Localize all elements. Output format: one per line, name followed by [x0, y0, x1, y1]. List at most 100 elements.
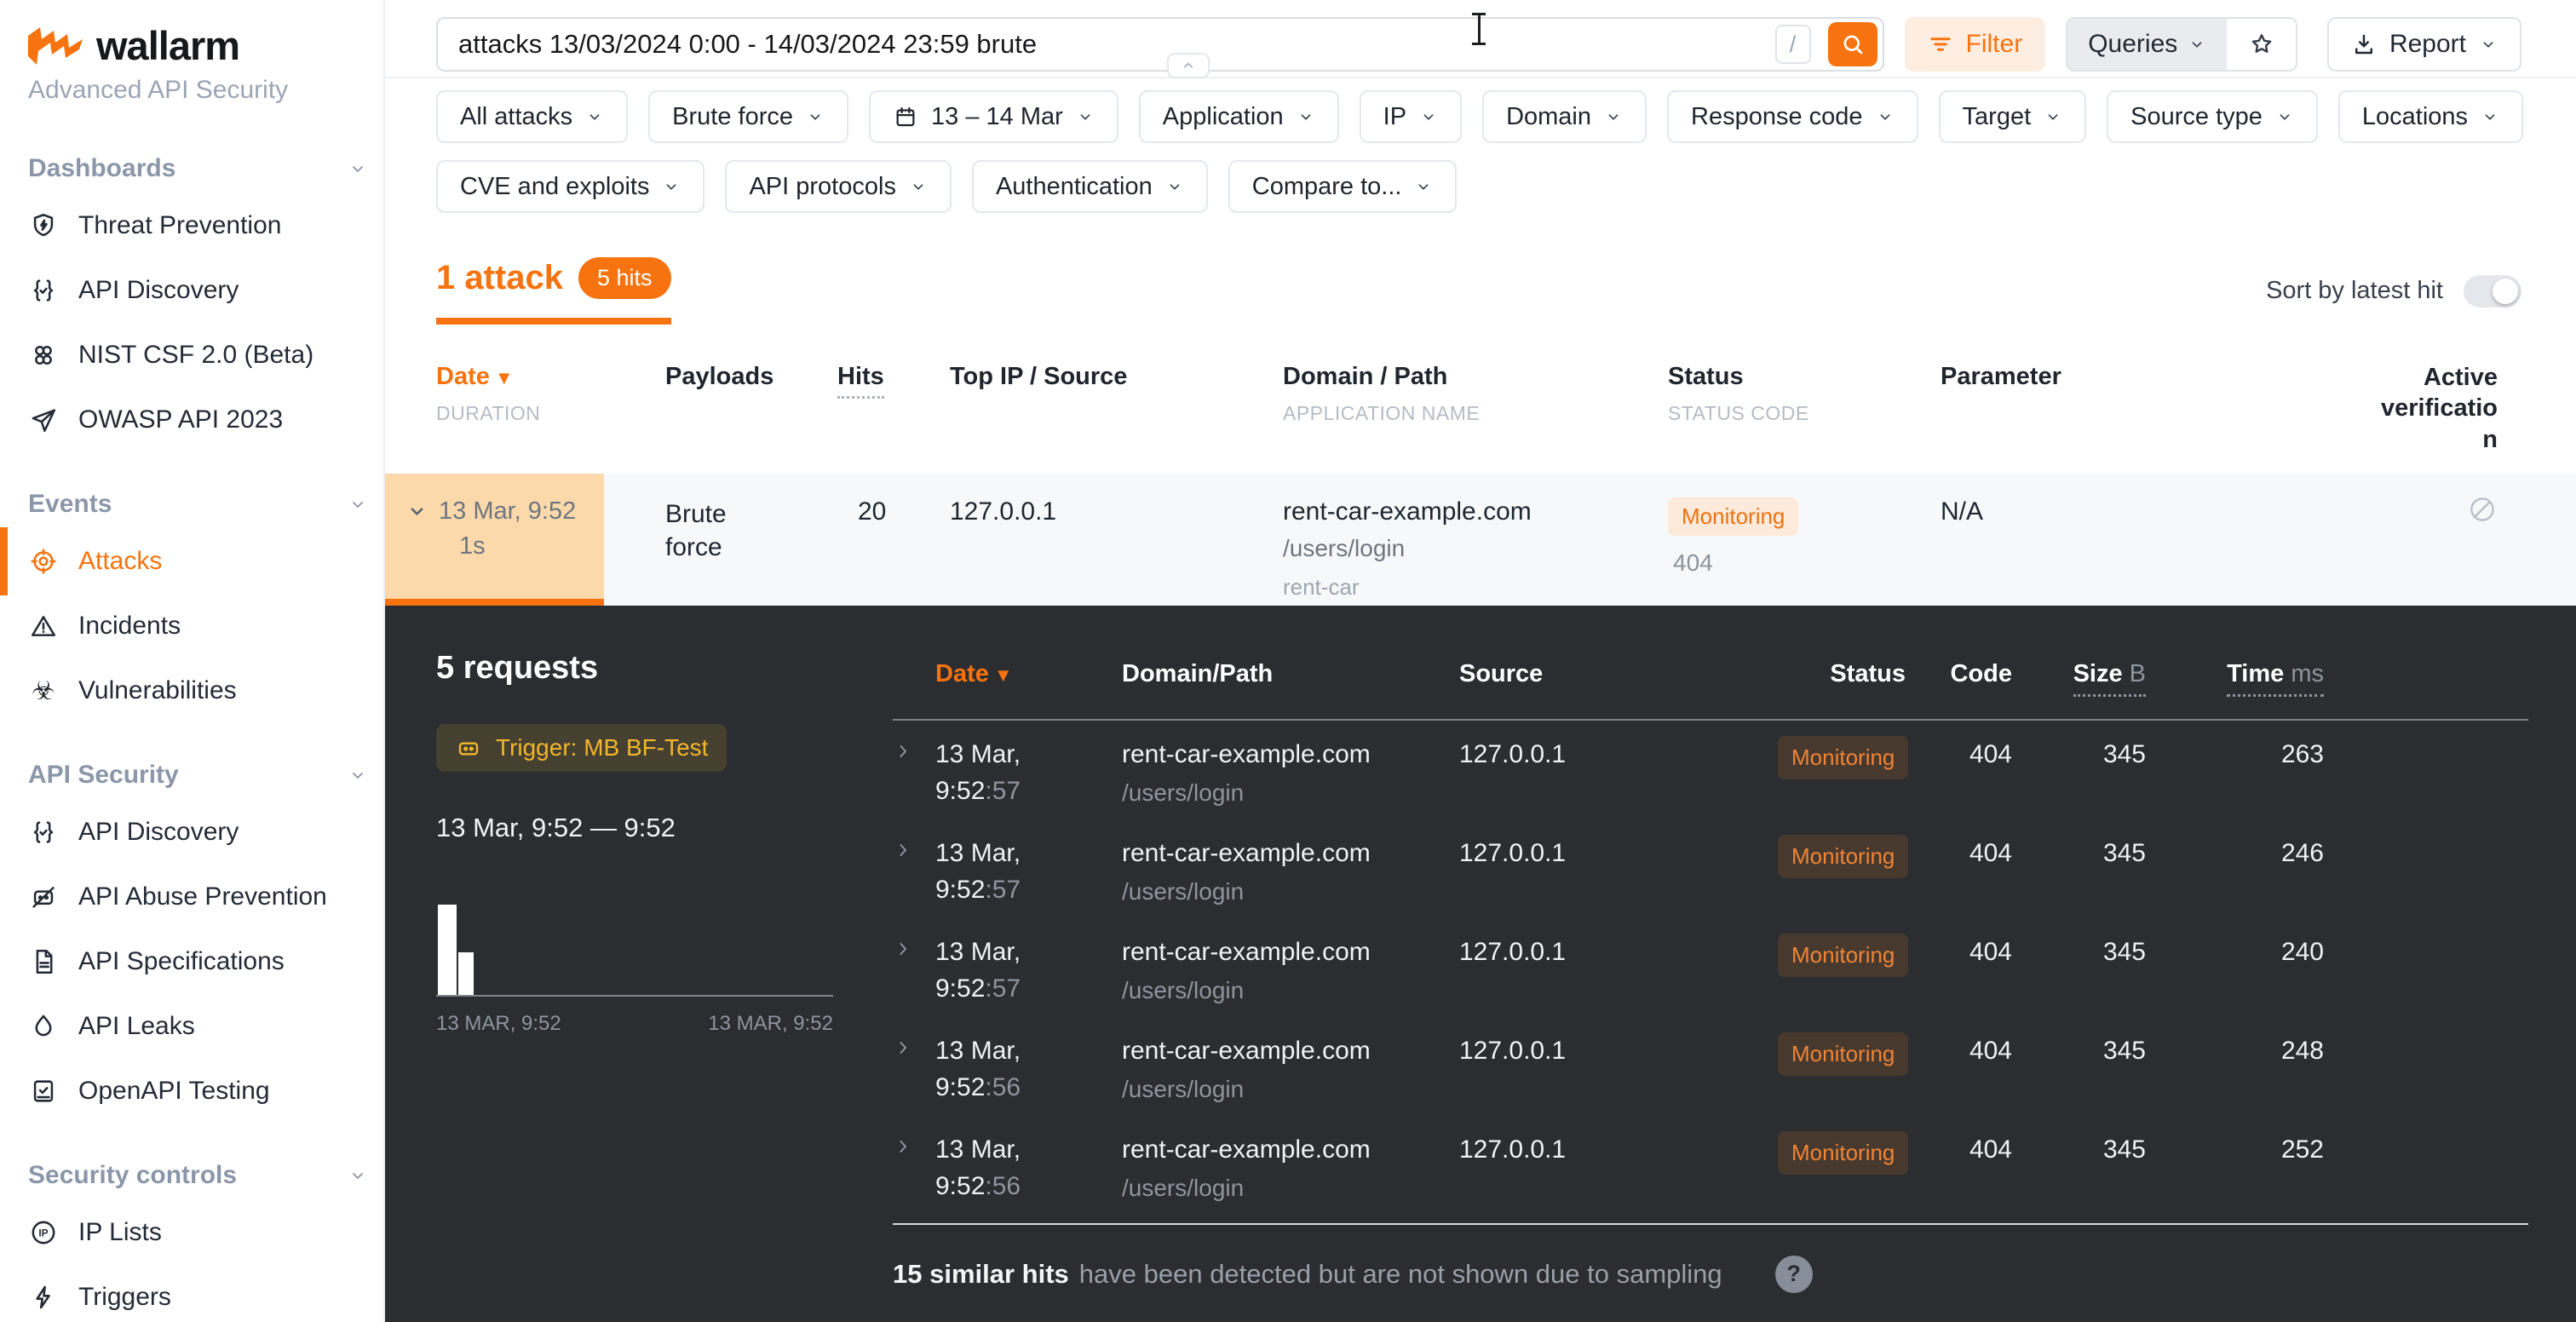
sidebar-item-vulnerabilities[interactable]: ☣ Vulnerabilities [28, 658, 383, 723]
filter-chips-row-2: CVE and exploits API protocols Authentic… [385, 160, 2576, 213]
attack-domain: rent-car-example.com [1283, 497, 1666, 526]
request-status: Monitoring [1778, 934, 1906, 1017]
sidebar-item-openapi-testing[interactable]: OpenAPI Testing [28, 1059, 383, 1124]
biohazard-icon: ☣ [28, 675, 59, 706]
filter-button[interactable]: Filter [1905, 17, 2046, 72]
section-events[interactable]: Events [28, 490, 383, 519]
help-icon[interactable]: ? [1775, 1256, 1813, 1293]
sidebar-item-triggers[interactable]: Triggers [28, 1265, 383, 1322]
calendar-icon [893, 104, 918, 129]
sidebar-item-attacks[interactable]: Attacks [28, 529, 383, 594]
request-row[interactable]: 13 Mar,9:52:57 rent-car-example.com/user… [893, 819, 2528, 918]
sampling-note-count: 15 similar hits [893, 1259, 1069, 1289]
section-security-controls[interactable]: Security controls [28, 1161, 383, 1190]
favorite-query-button[interactable] [2227, 19, 2296, 70]
queries-group: Queries [2066, 17, 2297, 72]
chip-source-type[interactable]: Source type [2107, 90, 2318, 143]
chip-cve-exploits[interactable]: CVE and exploits [436, 160, 704, 213]
req-column-time[interactable]: Time ms [2146, 660, 2324, 697]
ip-circle-icon: IP [28, 1217, 59, 1248]
req-column-size[interactable]: Size B [2012, 660, 2146, 697]
attack-duration: 1s [459, 532, 604, 560]
attack-hits: 20 [836, 474, 931, 606]
sidebar-item-label: OWASP API 2023 [78, 405, 283, 434]
chart-x-labels: 13 MAR, 9:52 13 MAR, 9:52 [436, 1012, 833, 1036]
request-domain: rent-car-example.com/users/login [1122, 835, 1459, 918]
chevron-down-icon [2479, 35, 2498, 54]
sidebar-item-label: API Abuse Prevention [78, 882, 327, 911]
column-header-hits[interactable]: Hits [836, 362, 931, 455]
column-header-payloads: Payloads [604, 362, 836, 455]
chip-api-protocols[interactable]: API protocols [725, 160, 951, 213]
search-input[interactable]: attacks 13/03/2024 0:00 - 14/03/2024 23:… [436, 17, 1884, 72]
sidebar-item-owasp-api[interactable]: OWASP API 2023 [28, 388, 383, 452]
chevron-down-icon [2188, 35, 2206, 54]
sidebar-nav: Dashboards Threat Prevention API Discove… [28, 124, 383, 1322]
chevron-down-icon [2275, 107, 2294, 126]
request-status: Monitoring [1778, 835, 1906, 918]
sidebar-item-api-specifications[interactable]: API Specifications [28, 929, 383, 994]
chip-ip[interactable]: IP [1360, 90, 1462, 143]
chip-application[interactable]: Application [1139, 90, 1339, 143]
queries-button[interactable]: Queries [2067, 19, 2227, 70]
attack-active-verification-cell [2378, 474, 2498, 606]
attack-row[interactable]: 13 Mar, 9:52 1s Brute force 20 127.0.0.1… [385, 474, 2576, 606]
chevron-down-icon [662, 177, 681, 196]
detail-time-range: 13 Mar, 9:52 — 9:52 [436, 813, 833, 843]
request-row[interactable]: 13 Mar,9:52:57 rent-car-example.com/user… [893, 918, 2528, 1017]
shield-bolt-icon [28, 210, 59, 241]
attacks-count-tab[interactable]: 1 attack 5 hits [436, 257, 671, 325]
sidebar-item-ip-lists[interactable]: IP IP Lists [28, 1200, 383, 1265]
chevron-down-icon [909, 177, 928, 196]
sidebar-item-incidents[interactable]: Incidents [28, 594, 383, 658]
request-row[interactable]: 13 Mar,9:52:56 rent-car-example.com/user… [893, 1116, 2528, 1215]
sidebar-item-label: Threat Prevention [78, 211, 281, 240]
attack-path: /users/login [1283, 535, 1666, 562]
lightning-icon [28, 1282, 59, 1313]
robot-slash-icon [28, 882, 59, 912]
paper-plane-icon [28, 405, 59, 435]
section-dashboards[interactable]: Dashboards [28, 154, 383, 183]
warning-triangle-icon [28, 611, 59, 641]
sidebar-item-api-discovery[interactable]: API Discovery [28, 258, 383, 323]
chip-date-range[interactable]: 13 – 14 Mar [869, 90, 1118, 143]
svg-text:IP: IP [38, 1227, 48, 1239]
attack-parameter: N/A [1939, 474, 2378, 606]
trigger-chip[interactable]: Trigger: MB BF-Test [436, 724, 727, 772]
sampling-note: 15 similar hitshave been detected but ar… [893, 1256, 2528, 1293]
sidebar-item-api-abuse-prevention[interactable]: API Abuse Prevention [28, 865, 383, 929]
sidebar-item-api-discovery-2[interactable]: API Discovery [28, 800, 383, 865]
request-row[interactable]: 13 Mar,9:52:57 rent-car-example.com/user… [893, 721, 2528, 819]
attack-payloads: Brute force [604, 474, 836, 606]
star-icon [2248, 31, 2275, 58]
search-button[interactable] [1828, 22, 1877, 66]
section-label: Events [28, 490, 112, 519]
column-header-date[interactable]: Date▼DURATION [385, 362, 604, 455]
chip-locations[interactable]: Locations [2338, 90, 2523, 143]
attack-date-cell[interactable]: 13 Mar, 9:52 1s [385, 474, 604, 606]
chip-target[interactable]: Target [1939, 90, 2087, 143]
chip-authentication[interactable]: Authentication [972, 160, 1208, 213]
report-button[interactable]: Report [2327, 17, 2521, 72]
section-api-security[interactable]: API Security [28, 761, 383, 790]
request-row[interactable]: 13 Mar,9:52:56 rent-car-example.com/user… [893, 1017, 2528, 1116]
chevron-down-icon [348, 765, 368, 785]
target-icon [28, 546, 59, 577]
req-column-date[interactable]: Date▼ [935, 660, 1122, 697]
sidebar-item-threat-prevention[interactable]: Threat Prevention [28, 193, 383, 258]
search-icon [1840, 32, 1866, 57]
collapse-search-handle[interactable] [1167, 53, 1210, 78]
sidebar-item-nist-csf[interactable]: NIST CSF 2.0 (Beta) [28, 323, 383, 388]
chip-response-code[interactable]: Response code [1667, 90, 1918, 143]
sort-toggle[interactable] [2464, 275, 2521, 308]
request-time: 248 [2146, 1032, 2324, 1116]
chip-compare-to[interactable]: Compare to... [1228, 160, 1458, 213]
chip-all-attacks[interactable]: All attacks [436, 90, 628, 143]
chevron-down-icon [1297, 107, 1315, 126]
chevron-right-icon [893, 1136, 913, 1157]
chip-brute-force[interactable]: Brute force [648, 90, 848, 143]
sidebar-item-label: Vulnerabilities [78, 676, 237, 705]
chip-domain[interactable]: Domain [1482, 90, 1647, 143]
requests-count-title: 5 requests [436, 650, 833, 687]
sidebar-item-api-leaks[interactable]: API Leaks [28, 994, 383, 1059]
